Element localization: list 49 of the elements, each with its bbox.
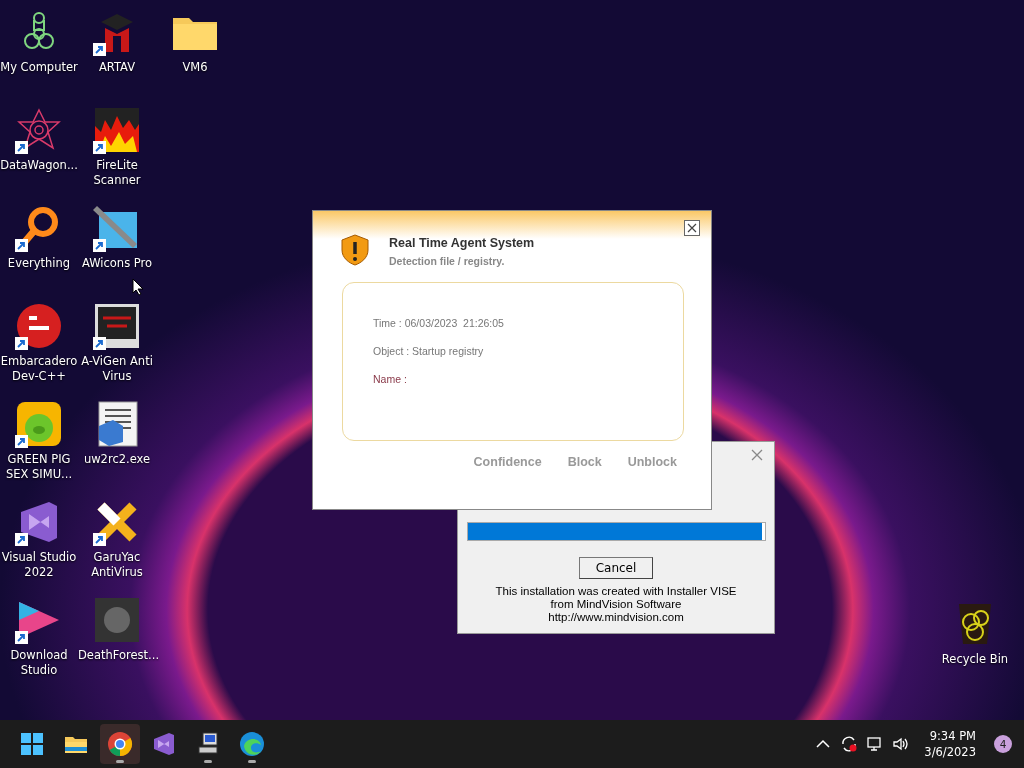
taskbar-app-button[interactable] [100,724,140,764]
desktop-icon-label[interactable]: DataWagon... [0,158,78,173]
notification-badge[interactable]: 4 [994,735,1012,753]
visual-studio-icon [151,731,177,757]
clock-date[interactable]: 3/6/2023 [924,744,976,760]
close-button[interactable] [684,220,700,236]
start-icon [19,731,45,757]
desktop-icon-label[interactable]: My Computer [0,60,78,75]
desktop-icon-label[interactable]: A-ViGen Anti Virus [78,354,156,384]
shortcut-arrow-icon [15,337,28,350]
shortcut-arrow-icon [93,239,106,252]
shortcut-arrow-icon [15,533,28,546]
detail-text: Time : 06/03/2023 21:26:05 [373,317,505,329]
clock-time[interactable]: 9:34 PM [929,728,976,744]
desktop-icon-label[interactable]: Everything [7,256,71,271]
warning-shield-icon [341,234,369,266]
desktop-icon-label[interactable]: AWicons Pro [81,256,153,271]
recycle-bin-label[interactable]: Recycle Bin [941,652,1009,667]
mouse-pointer-icon [132,278,144,296]
desktop-icon-label[interactable]: uw2rc2.exe [83,452,151,467]
desktop-icon-label[interactable]: ARTAV [98,60,136,75]
credit-text: This installation was created with Installer VISE from MindVision Software http://www.mindvision.com [495,585,737,624]
desktop-icon-label[interactable]: FireLite Scanner [78,158,156,188]
desktop-icon-label[interactable]: GaruYac AntiVirus [78,550,156,580]
setup-computer-icon [195,731,221,757]
edge-icon [239,731,265,757]
close-icon[interactable] [750,448,764,462]
desktop-icon-label[interactable]: GREEN PIG SEX SIMU... [0,452,78,482]
volume-icon[interactable] [892,735,911,753]
shortcut-arrow-icon [93,337,106,350]
desktop-icon-label[interactable]: Visual Studio 2022 [0,550,78,580]
shortcut-arrow-icon [15,239,28,252]
chrome-icon [107,731,133,757]
sync-icon[interactable] [840,735,859,753]
detail-text: Object : Startup registry [373,345,485,357]
shortcut-arrow-icon [15,141,28,154]
desktop-icon-label[interactable]: VM6 [182,60,208,75]
cancel-button[interactable]: Cancel [579,557,653,579]
shortcut-arrow-icon [93,43,106,56]
dialog-title: Real Time Agent System [389,236,535,250]
desktop-icon-label[interactable]: Download Studio [0,648,78,678]
shortcut-arrow-icon [15,435,28,448]
detail-text: Name : [373,373,408,385]
dialog-subtitle: Detection file / registry. [389,255,506,267]
shortcut-arrow-icon [93,141,106,154]
shortcut-arrow-icon [15,631,28,644]
desktop-icon-label[interactable]: Embarcadero Dev-C++ [0,354,78,384]
desktop-icon-label[interactable]: DeathForest... [78,648,156,663]
shortcut-arrow-icon [93,533,106,546]
